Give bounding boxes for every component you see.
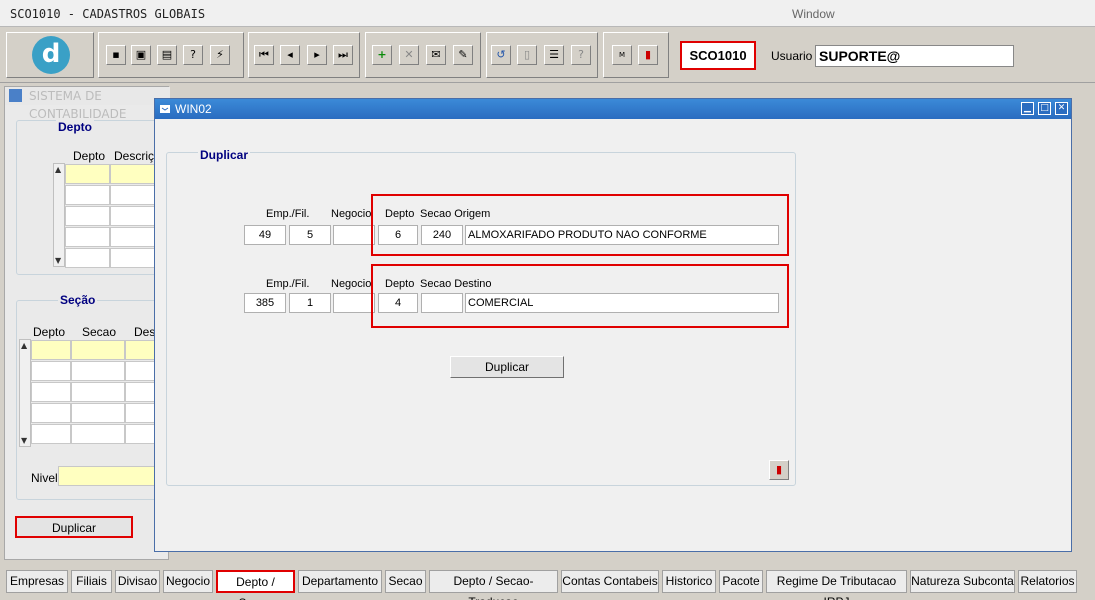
tab-depto-secao-traducao[interactable]: Depto / Secao-Traducao <box>429 570 558 600</box>
col-depto: Depto <box>73 149 106 163</box>
background-window: SISTEMA DE CONTABILIDADE Depto Depto Des… <box>4 86 176 560</box>
clear-record-icon[interactable]: ✉ <box>426 45 446 65</box>
tab-divisao[interactable]: Divisao <box>115 570 160 593</box>
secao-cell[interactable] <box>71 361 125 381</box>
depto-cell[interactable] <box>65 185 110 205</box>
execute-query-icon[interactable]: ⚡ <box>210 45 230 65</box>
minimize-icon[interactable]: ▁ <box>1021 102 1034 115</box>
label-emp-fil-destino: Emp./Fil. <box>266 278 310 290</box>
delete-record-icon[interactable]: ✕ <box>399 45 419 65</box>
empresa-origem-field[interactable]: 49 <box>244 225 286 245</box>
tab-empresas[interactable]: Empresas <box>6 570 68 593</box>
label-negocio-origem: Negocio <box>331 208 372 220</box>
first-record-icon[interactable]: ⏮ <box>254 45 274 65</box>
print-preview-icon[interactable]: ▣ <box>131 45 151 65</box>
duplicar-button-main[interactable]: Duplicar <box>15 516 133 538</box>
empresa-destino-field[interactable]: 385 <box>244 293 286 313</box>
previous-record-icon[interactable]: ◂ <box>280 45 300 65</box>
filial-destino-field[interactable]: 1 <box>289 293 331 313</box>
depto-cell[interactable] <box>31 361 71 381</box>
negocio-destino-field[interactable] <box>333 293 375 313</box>
secao-section-title: Seção <box>58 293 98 307</box>
secao-cell[interactable] <box>71 403 125 423</box>
app-title: SCO1010 - CADASTROS GLOBAIS <box>10 7 206 21</box>
label-emp-fil-origem: Emp./Fil. <box>266 208 310 220</box>
clipboard-icon[interactable]: ▯ <box>517 45 537 65</box>
depto-cell[interactable] <box>65 164 110 184</box>
secao-scrollbar[interactable]: ▲ ▼ <box>19 339 31 447</box>
undo-icon[interactable]: ↺ <box>491 45 511 65</box>
app-logo: d <box>32 36 70 74</box>
help-icon[interactable]: ? <box>571 45 591 65</box>
depto-section-title: Depto <box>56 120 94 134</box>
print-icon[interactable]: ▤ <box>157 45 177 65</box>
label-negocio-destino: Negocio <box>331 278 372 290</box>
tab-negocio[interactable]: Negocio <box>163 570 213 593</box>
secao-cell[interactable] <box>71 382 125 402</box>
secao-cell[interactable] <box>71 424 125 444</box>
depto-cell[interactable] <box>31 382 71 402</box>
tab-historico[interactable]: Historico <box>662 570 716 593</box>
title-bar: SCO1010 - CADASTROS GLOBAIS Window <box>0 0 1095 27</box>
col-descricao: Descriç <box>114 149 155 163</box>
col-depto: Depto <box>33 325 66 339</box>
insert-record-icon[interactable]: + <box>372 45 392 65</box>
depto-scrollbar[interactable]: ▲ ▼ <box>53 163 65 267</box>
next-record-icon[interactable]: ▸ <box>307 45 327 65</box>
window-icon <box>160 105 170 113</box>
tab-bar: Empresas Filiais Divisao Negocio Depto /… <box>0 566 1095 600</box>
save-icon[interactable]: ▪ <box>106 45 126 65</box>
usuario-label: Usuario <box>771 49 813 63</box>
win02-title: WIN02 <box>155 99 1071 119</box>
tab-filiais[interactable]: Filiais <box>71 570 112 593</box>
depto-cell[interactable] <box>31 340 71 360</box>
tab-secao[interactable]: Secao <box>385 570 426 593</box>
last-record-icon[interactable]: ⏭ <box>333 45 353 65</box>
highlight-destino <box>371 264 789 328</box>
usuario-field[interactable]: SUPORTE@ <box>815 45 1014 67</box>
tab-relatorios[interactable]: Relatorios <box>1018 570 1077 593</box>
secao-cell[interactable] <box>71 340 125 360</box>
tab-departamento[interactable]: Departamento <box>298 570 382 593</box>
tab-pacote[interactable]: Pacote <box>719 570 763 593</box>
tab-depto-secao[interactable]: Depto / Secao <box>216 570 295 600</box>
lov-icon[interactable]: ☰ <box>544 45 564 65</box>
negocio-origem-field[interactable] <box>333 225 375 245</box>
help-query-icon[interactable]: ? <box>183 45 203 65</box>
menu-icon[interactable]: M <box>612 45 632 65</box>
tab-natureza-subconta[interactable]: Natureza Subconta <box>910 570 1015 593</box>
highlight-origem <box>371 194 789 256</box>
depto-cell[interactable] <box>31 424 71 444</box>
depto-cell[interactable] <box>65 227 110 247</box>
exit-icon[interactable]: ▮ <box>769 460 789 480</box>
col-secao: Secao <box>82 325 117 339</box>
tab-contas-contabeis[interactable]: Contas Contabeis <box>561 570 659 593</box>
window-icon <box>9 89 22 102</box>
menu-window[interactable]: Window <box>792 7 835 21</box>
exit-icon[interactable]: ▮ <box>638 45 658 65</box>
depto-cell[interactable] <box>65 248 110 268</box>
background-window-title: SISTEMA DE CONTABILIDADE <box>5 87 170 121</box>
duplicar-section-title: Duplicar <box>198 148 251 162</box>
duplicar-button[interactable]: Duplicar <box>450 356 564 378</box>
close-icon[interactable]: ✕ <box>1055 102 1068 115</box>
form-code-box: SCO1010 <box>680 41 756 70</box>
win02-dialog: WIN02 ▁ □ ✕ Duplicar Emp./Fil. Negocio D… <box>154 98 1072 552</box>
col-descricao: Des <box>134 325 156 339</box>
tab-regime-tributacao[interactable]: Regime De Tributacao IRPJ <box>766 570 907 600</box>
depto-cell[interactable] <box>31 403 71 423</box>
nivel-label: Nivel <box>31 471 58 485</box>
edit-icon[interactable]: ✎ <box>453 45 473 65</box>
depto-cell[interactable] <box>65 206 110 226</box>
maximize-icon[interactable]: □ <box>1038 102 1051 115</box>
filial-origem-field[interactable]: 5 <box>289 225 331 245</box>
